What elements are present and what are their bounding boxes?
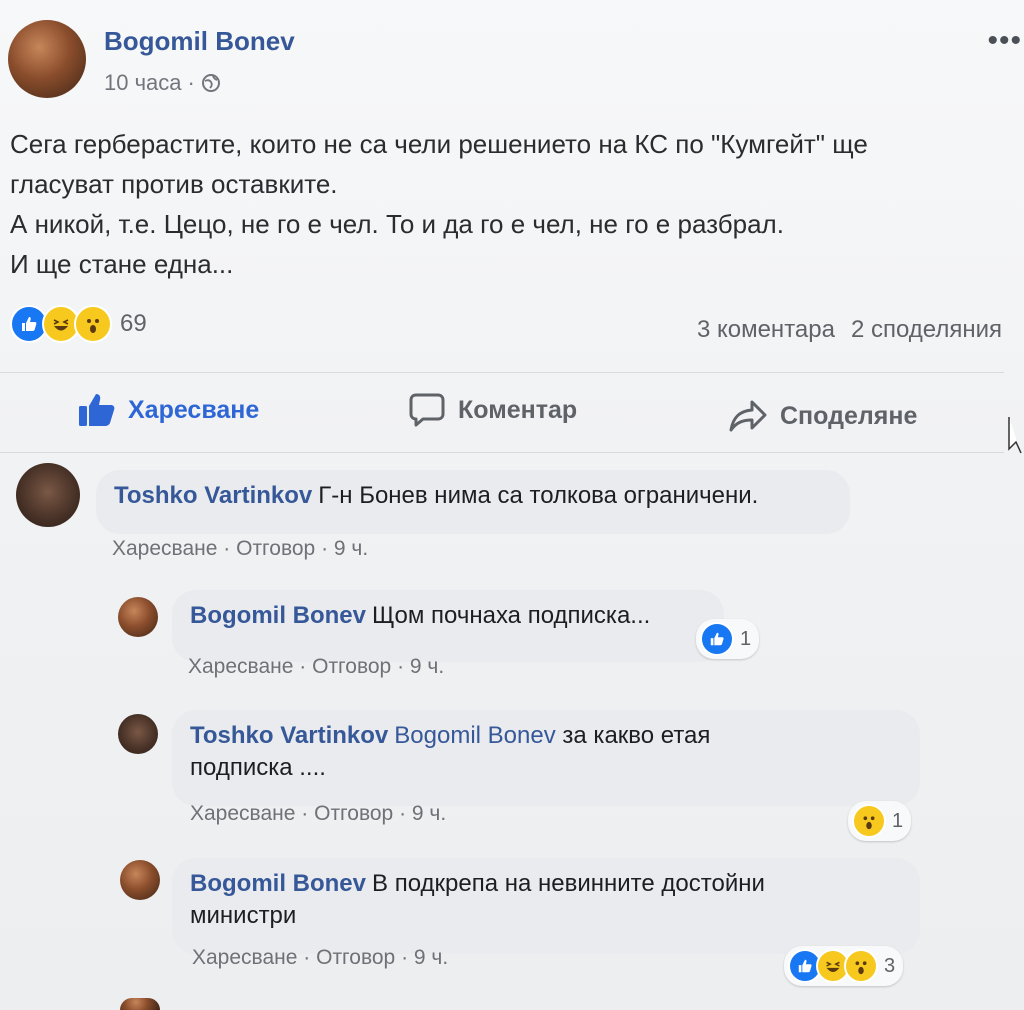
post-text-line: гласуват против оставките.	[10, 169, 338, 199]
reply-meta: Харесване · Отговор · 9 ч.	[188, 655, 444, 679]
comment-text: Г-н Бонев нима са толкова ограничени.	[318, 482, 759, 509]
like-button[interactable]: Харесване	[78, 392, 259, 428]
like-button-label: Харесване	[128, 395, 260, 424]
meta-separator: ·	[299, 655, 307, 678]
meta-separator: ·	[399, 802, 407, 825]
reply-meta: Харесване · Отговор · 9 ч.	[192, 946, 448, 970]
comment-avatar[interactable]	[16, 463, 80, 527]
reply-like-link[interactable]: Харесване	[188, 655, 293, 678]
comment-bubble-icon	[409, 393, 445, 427]
comment-time[interactable]: 9 ч.	[334, 537, 368, 560]
reply-reaction-count: 1	[892, 809, 904, 832]
comment-button-label: Коментар	[458, 395, 578, 424]
wow-reaction-icon	[74, 305, 112, 343]
comment-like-link[interactable]: Харесване	[112, 537, 217, 560]
reply-reaction-badge[interactable]: 1	[696, 619, 760, 659]
comment-bubble: Toshko Vartinkov Г-н Бонев нима са толков…	[96, 470, 850, 534]
comment-reply-link[interactable]: Отговор	[236, 537, 315, 560]
reply-time[interactable]: 9 ч.	[412, 802, 446, 825]
meta-separator: ·	[401, 946, 409, 969]
reply-time[interactable]: 9 ч.	[414, 946, 448, 969]
post-text-line: Сега герберастите, които не са чели реше…	[10, 129, 868, 159]
comment-meta: Харесване · Отговор · 9 ч.	[112, 537, 368, 561]
facebook-post-screen: Bogomil Bonev 10 часа · ••• Сега гербера…	[0, 0, 1024, 1010]
post-text: Сега герберастите, които не са чели реше…	[10, 124, 1010, 284]
reply-reaction-count: 3	[884, 954, 896, 977]
comment-button[interactable]: Коментар	[408, 392, 577, 428]
reply-avatar[interactable]	[118, 597, 158, 637]
reply-reply-link[interactable]: Отговор	[312, 655, 391, 678]
reply-time[interactable]: 9 ч.	[410, 655, 444, 678]
reaction-count: 69	[120, 310, 147, 337]
reply-avatar[interactable]	[118, 714, 158, 754]
reply-like-link[interactable]: Харесване	[190, 802, 295, 825]
reactions-summary[interactable]: 69	[10, 305, 147, 343]
reply-bubble: Bogomil Bonev Щом почнаха подписка...	[172, 590, 724, 662]
reply-text-line: подписка ....	[190, 754, 326, 781]
meta-separator: ·	[301, 802, 309, 825]
reply-reply-link[interactable]: Отговор	[314, 802, 393, 825]
share-button-label: Споделяне	[780, 401, 918, 430]
post-text-line: И ще стане една...	[10, 249, 234, 279]
reply-meta: Харесване · Отговор · 9 ч.	[190, 802, 446, 826]
wow-reaction-icon	[844, 949, 878, 983]
reply-bubble: Toshko Vartinkov Bogomil Bonev за какво е…	[172, 710, 920, 806]
reply-text: Щом почнаха подписка...	[372, 602, 651, 629]
wow-reaction-icon	[852, 804, 886, 838]
globe-icon	[201, 74, 220, 92]
engagement-counts: 3 коментара 2 споделяния	[697, 316, 1002, 344]
divider	[0, 452, 1004, 453]
reply-text-line: министри	[190, 902, 297, 929]
reply-mention[interactable]: Bogomil Bonev	[394, 722, 555, 749]
comment-author[interactable]: Toshko Vartinkov	[114, 482, 312, 509]
reply-author[interactable]: Bogomil Bonev	[190, 870, 366, 897]
shares-count[interactable]: 2 споделяния	[851, 316, 1002, 344]
meta-separator: ·	[187, 70, 195, 95]
reply-like-link[interactable]: Харесване	[192, 946, 297, 969]
reply-avatar[interactable]	[120, 860, 160, 900]
share-button[interactable]: Споделяне	[728, 398, 917, 434]
reply-reply-link[interactable]: Отговор	[316, 946, 395, 969]
reply-author[interactable]: Bogomil Bonev	[190, 602, 366, 629]
reply-author[interactable]: Toshko Vartinkov	[190, 722, 388, 749]
share-arrow-icon	[729, 400, 767, 432]
meta-separator: ·	[321, 537, 329, 560]
reply-reaction-badge[interactable]: 1	[848, 801, 912, 841]
reply-text: за какво етая	[562, 722, 711, 749]
reply-text: В подкрепа на невинните достойни	[372, 870, 765, 897]
reply-reaction-count: 1	[740, 627, 752, 650]
post-time[interactable]: 10 часа	[104, 70, 182, 96]
post-author-name[interactable]: Bogomil Bonev	[104, 26, 295, 57]
reply-reaction-badge[interactable]: 3	[784, 946, 904, 986]
meta-separator: ·	[303, 946, 311, 969]
post-author-avatar[interactable]	[8, 20, 86, 98]
mouse-cursor-icon	[1008, 417, 1022, 454]
meta-separator: ·	[397, 655, 405, 678]
reply-bubble: Bogomil Bonev В подкрепа на невинните дос…	[172, 858, 920, 954]
post-meta: 10 часа ·	[104, 70, 221, 96]
more-options-icon[interactable]: •••	[987, 24, 1022, 58]
next-comment-avatar[interactable]	[120, 998, 160, 1010]
post-text-line: А никой, т.е. Цецо, не го е чел. То и да…	[10, 209, 784, 239]
divider	[0, 372, 1004, 373]
like-reaction-icon	[700, 622, 734, 656]
thumbs-up-icon	[79, 394, 115, 426]
meta-separator: ·	[223, 537, 231, 560]
comments-count[interactable]: 3 коментара	[697, 316, 835, 344]
